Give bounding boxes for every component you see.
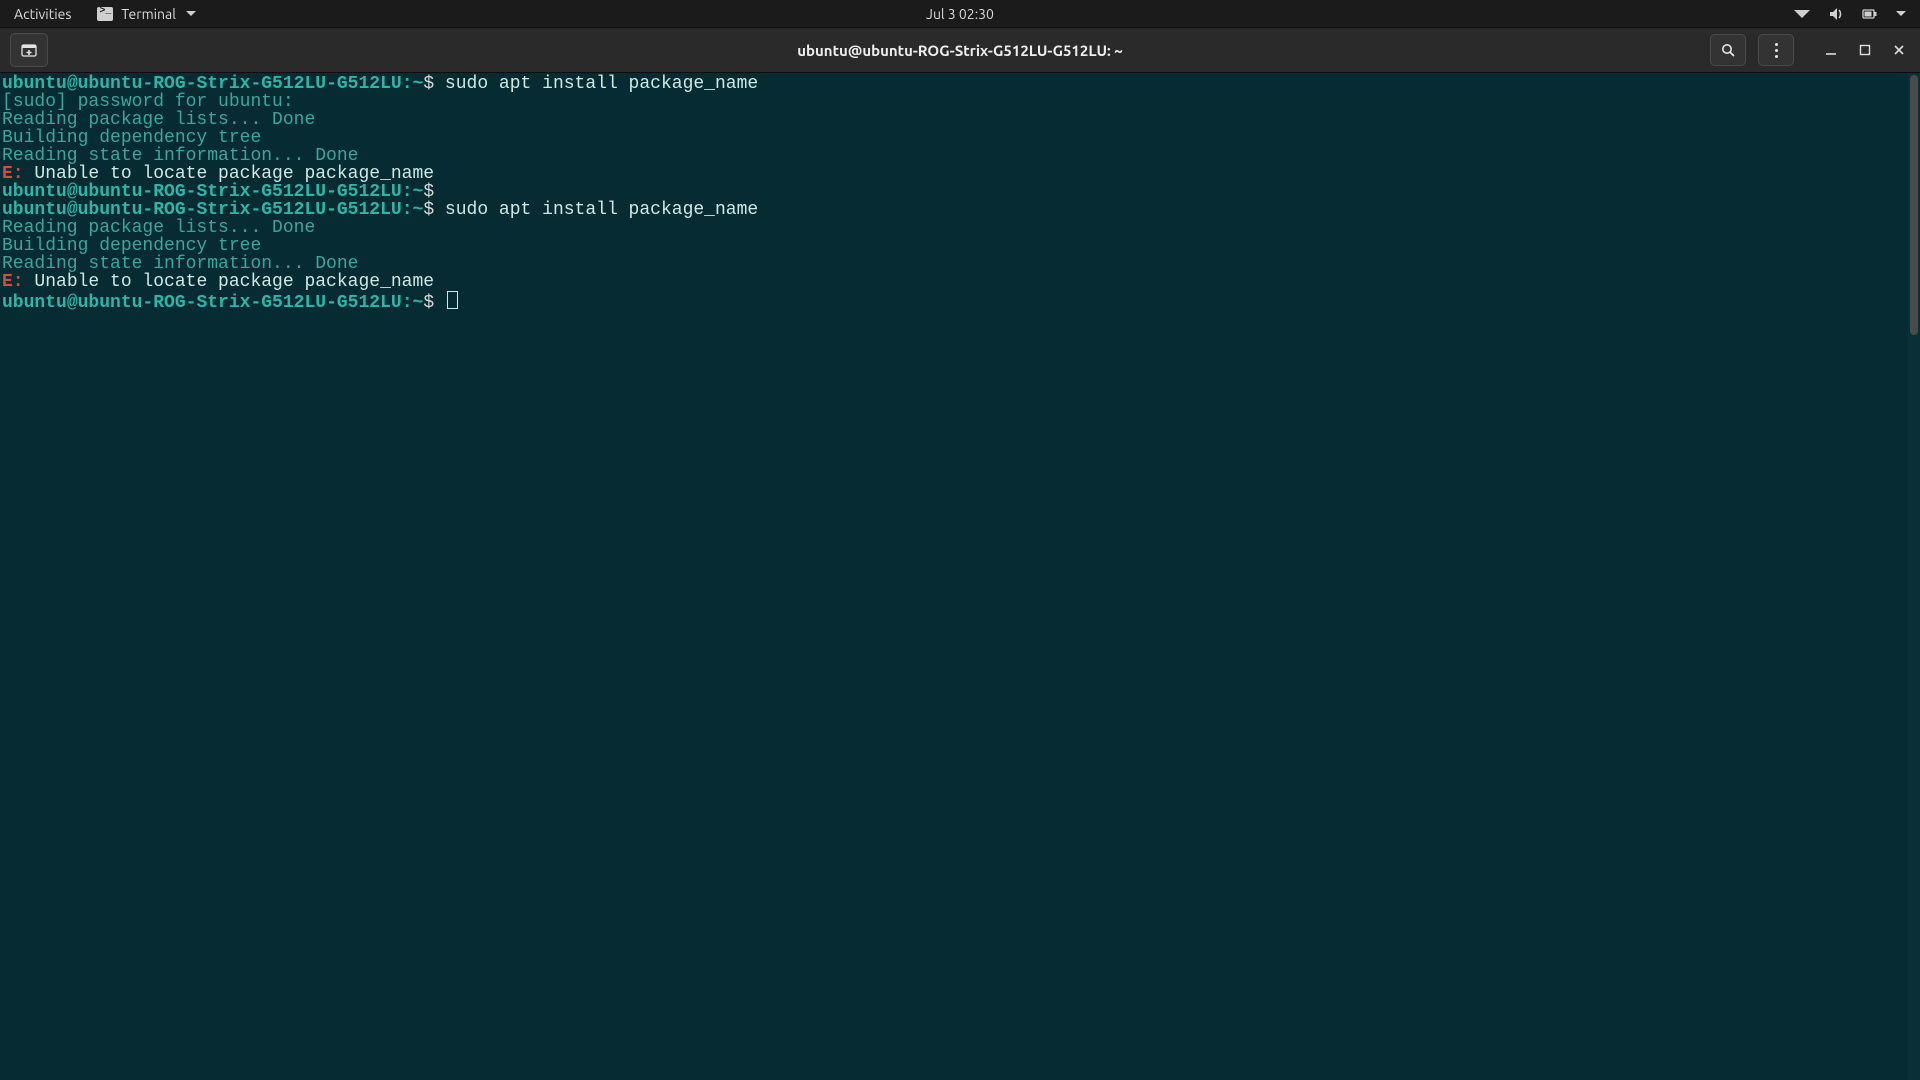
scrollbar-thumb[interactable] — [1910, 75, 1918, 335]
error-prefix: E: — [2, 164, 24, 184]
search-button[interactable] — [1710, 34, 1746, 66]
search-icon — [1720, 42, 1736, 58]
prompt-at: @ — [67, 74, 78, 94]
volume-icon[interactable] — [1828, 6, 1844, 22]
scrollbar[interactable] — [1908, 73, 1920, 1080]
clock-label[interactable]: Jul 3 02:30 — [926, 6, 994, 22]
terminal-headerbar: ubuntu@ubuntu-ROG-Strix-G512LU-G512LU: ~ — [0, 27, 1920, 73]
error-prefix: E: — [2, 272, 24, 292]
output-line: Reading state information... Done — [2, 146, 358, 166]
prompt-host: ubuntu-ROG-Strix-G512LU-G512LU — [78, 293, 402, 313]
prompt-colon: : — [402, 293, 413, 313]
output-line: Reading package lists... Done — [2, 218, 315, 238]
prompt-user: ubuntu — [2, 200, 67, 220]
chevron-down-icon — [186, 11, 196, 16]
hamburger-menu-button[interactable] — [1758, 34, 1794, 66]
network-icon[interactable] — [1794, 6, 1810, 22]
system-tray[interactable] — [1794, 0, 1920, 27]
prompt-host: ubuntu-ROG-Strix-G512LU-G512LU — [78, 182, 402, 202]
maximize-button[interactable] — [1850, 35, 1880, 65]
prompt-path: ~ — [413, 200, 424, 220]
prompt-path: ~ — [413, 182, 424, 202]
terminal-content[interactable]: ubuntu@ubuntu-ROG-Strix-G512LU-G512LU:~$… — [2, 75, 1918, 312]
headerbar-right-cluster — [1706, 34, 1914, 66]
close-button[interactable] — [1884, 35, 1914, 65]
window-title: ubuntu@ubuntu-ROG-Strix-G512LU-G512LU: ~ — [797, 42, 1122, 59]
error-message: Unable to locate package package_name — [24, 272, 434, 292]
menu-icon — [1775, 43, 1778, 58]
prompt-host: ubuntu-ROG-Strix-G512LU-G512LU — [78, 200, 402, 220]
command-2: sudo apt install package_name — [434, 200, 758, 220]
prompt-dollar: $ — [423, 74, 434, 94]
terminal-app-icon — [97, 7, 113, 21]
activities-label: Activities — [14, 6, 71, 22]
power-menu-chevron-icon[interactable] — [1896, 11, 1906, 16]
terminal-viewport[interactable]: ubuntu@ubuntu-ROG-Strix-G512LU-G512LU:~$… — [0, 73, 1920, 1080]
prompt-at: @ — [67, 182, 78, 202]
battery-icon[interactable] — [1862, 6, 1878, 22]
prompt-user: ubuntu — [2, 182, 67, 202]
prompt-user: ubuntu — [2, 293, 67, 313]
prompt-path: ~ — [413, 74, 424, 94]
output-line: [sudo] password for ubuntu: — [2, 92, 294, 112]
prompt-colon: : — [402, 200, 413, 220]
close-icon — [1891, 42, 1907, 58]
prompt-colon: : — [402, 74, 413, 94]
command-empty — [434, 182, 445, 202]
prompt-dollar: $ — [423, 182, 434, 202]
prompt-at: @ — [67, 200, 78, 220]
prompt-dollar: $ — [423, 200, 434, 220]
prompt-path: ~ — [413, 293, 424, 313]
text-cursor — [447, 291, 458, 309]
prompt-host: ubuntu-ROG-Strix-G512LU-G512LU — [78, 74, 402, 94]
command-1: sudo apt install package_name — [434, 74, 758, 94]
gnome-top-bar: Activities Terminal Jul 3 02:30 — [0, 0, 1920, 27]
output-line: Reading state information... Done — [2, 254, 358, 274]
prompt-dollar: $ — [423, 293, 434, 313]
new-tab-button[interactable] — [10, 33, 48, 67]
output-line: Building dependency tree — [2, 236, 261, 256]
prompt-at: @ — [67, 293, 78, 313]
prompt-colon: : — [402, 182, 413, 202]
prompt-user: ubuntu — [2, 74, 67, 94]
output-line: Building dependency tree — [2, 128, 261, 148]
app-menu-button[interactable]: Terminal — [85, 0, 208, 27]
activities-button[interactable]: Activities — [0, 0, 85, 27]
minimize-icon — [1823, 42, 1839, 58]
output-line: Reading package lists... Done — [2, 110, 315, 130]
new-tab-icon — [21, 42, 37, 58]
maximize-icon — [1857, 42, 1873, 58]
minimize-button[interactable] — [1816, 35, 1846, 65]
error-message: Unable to locate package package_name — [24, 164, 434, 184]
app-menu-label: Terminal — [121, 6, 176, 22]
